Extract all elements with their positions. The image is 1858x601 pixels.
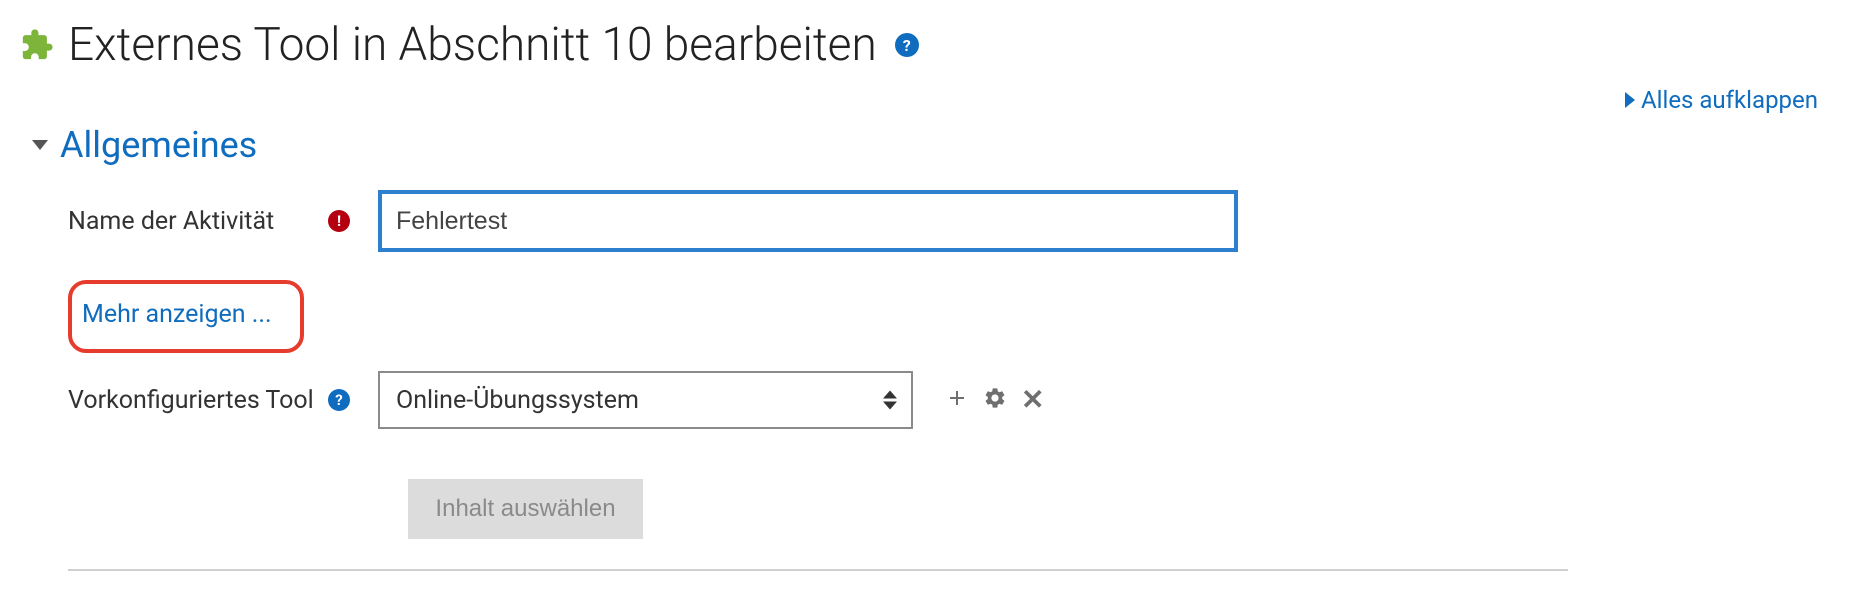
- close-icon[interactable]: ✕: [1021, 386, 1044, 414]
- show-more-link[interactable]: Mehr anzeigen ...: [82, 300, 272, 329]
- preconfigured-tool-select[interactable]: Online-Übungssystem: [378, 371, 913, 429]
- section-header-general[interactable]: Allgemeines: [32, 124, 1838, 166]
- page-title: Externes Tool in Abschnitt 10 bearbeiten: [68, 18, 877, 72]
- label-activity-name: Name der Aktivität: [68, 207, 274, 236]
- label-col-tool: Vorkonfiguriertes Tool ?: [68, 386, 358, 415]
- section-title: Allgemeines: [60, 124, 257, 166]
- caret-right-icon: [1625, 92, 1635, 108]
- page-header: Externes Tool in Abschnitt 10 bearbeiten…: [20, 18, 1838, 72]
- row-select-content: Inhalt auswählen: [20, 457, 1838, 539]
- row-preconfigured-tool: Vorkonfiguriertes Tool ? Online-Übungssy…: [68, 371, 1838, 429]
- show-more-highlight: Mehr anzeigen ...: [68, 280, 304, 353]
- tool-actions: ✕: [945, 384, 1044, 417]
- select-arrows-icon: [883, 391, 897, 410]
- help-icon[interactable]: ?: [895, 33, 919, 57]
- activity-name-input[interactable]: [378, 190, 1238, 252]
- label-preconfigured-tool: Vorkonfiguriertes Tool: [68, 386, 314, 415]
- caret-down-icon: [32, 140, 48, 150]
- select-value: Online-Übungssystem: [396, 386, 639, 415]
- label-col-activity: Name der Aktivität !: [68, 207, 358, 236]
- puzzle-icon: [20, 28, 54, 62]
- expand-all-label: Alles aufklappen: [1641, 86, 1818, 114]
- row-activity-name: Name der Aktivität !: [68, 190, 1838, 252]
- expand-all-link[interactable]: Alles aufklappen: [1625, 86, 1818, 114]
- add-tool-icon[interactable]: [945, 384, 969, 417]
- row-show-more: Mehr anzeigen ...: [68, 280, 1838, 353]
- required-icon: !: [328, 210, 350, 232]
- expand-all-wrap: Alles aufklappen: [20, 86, 1818, 114]
- select-content-button: Inhalt auswählen: [408, 479, 643, 539]
- section-divider: [68, 569, 1568, 571]
- help-icon-tool[interactable]: ?: [328, 389, 350, 411]
- gear-icon[interactable]: [983, 384, 1007, 417]
